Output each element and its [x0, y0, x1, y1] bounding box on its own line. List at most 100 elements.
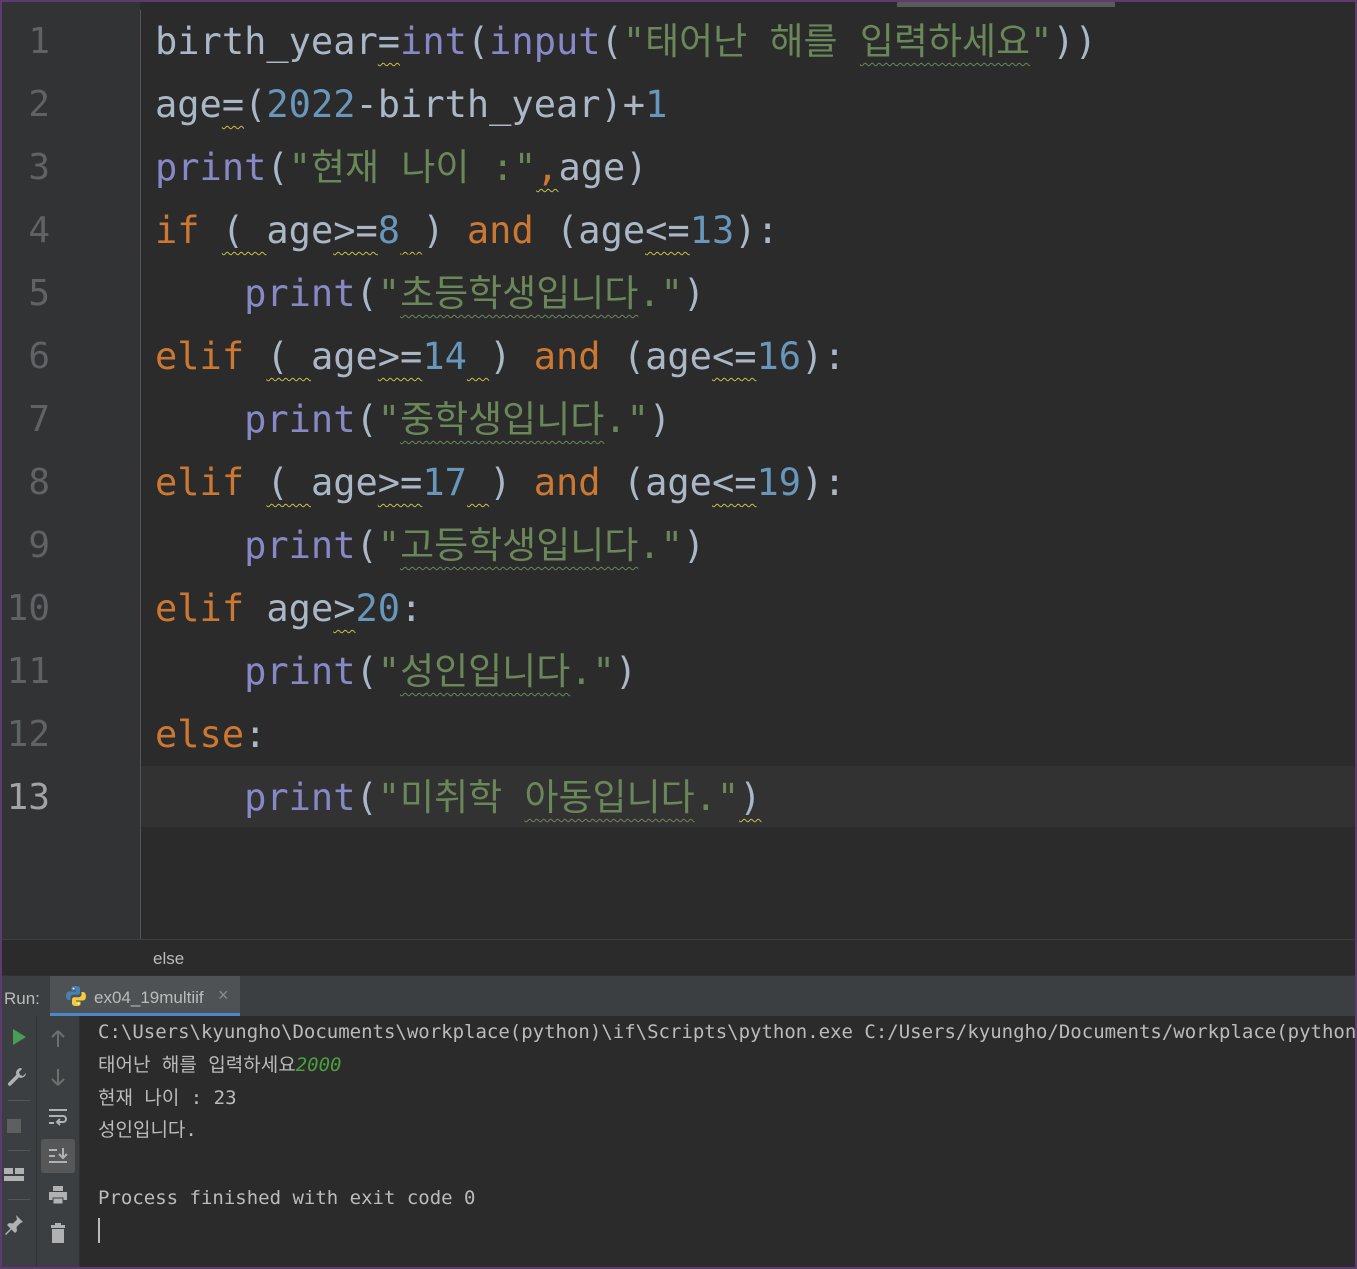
code-line[interactable]: else:	[155, 703, 266, 766]
code-line[interactable]: print("미취학 아동입니다.")	[155, 766, 761, 829]
code-line[interactable]: age=(2022-birth_year)+1	[155, 73, 667, 136]
code-token: int	[400, 20, 467, 63]
code-token: ."	[570, 650, 615, 693]
code-line[interactable]: birth_year=int(input("태어난 해를 입력하세요"))	[155, 10, 1097, 73]
console-prompt-line: 태어난 해를 입력하세요2000	[98, 1051, 341, 1079]
code-token: ."	[694, 776, 740, 819]
line-number[interactable]: 6	[2, 325, 50, 388]
code-token: elif	[155, 335, 267, 378]
console-user-input: 2000	[295, 1054, 342, 1076]
code-token: (	[266, 146, 289, 189]
code-token: (	[221, 209, 267, 252]
code-line[interactable]: print("현재 나이 :",age)	[155, 136, 648, 199]
console-result-line: 성인입니다.	[98, 1119, 197, 1141]
toolbar-separator	[8, 1199, 30, 1200]
line-number[interactable]: 3	[2, 136, 50, 199]
line-number[interactable]: 9	[2, 514, 50, 577]
line-number[interactable]: 11	[2, 640, 50, 703]
code-editor[interactable]: 1 2 3 4 5 6 7 8 9 10 11 12 13 birth_year=int(input("…	[2, 2, 1355, 939]
soft-wrap-icon[interactable]	[43, 1102, 73, 1132]
code-token: "	[377, 398, 401, 441]
code-token: "	[1030, 20, 1053, 63]
code-token: (	[244, 83, 267, 126]
print-icon[interactable]	[43, 1180, 73, 1210]
code-token: (	[266, 461, 311, 504]
code-token: 2022	[266, 83, 356, 126]
line-number[interactable]: 1	[2, 10, 50, 73]
line-number[interactable]: 7	[2, 388, 50, 451]
code-line[interactable]: if ( age>=8 ) and (age<=13):	[155, 199, 779, 262]
code-token: -birth_year)+	[355, 83, 646, 126]
scroll-up-icon[interactable]	[43, 1024, 73, 1054]
line-number[interactable]: 2	[2, 73, 50, 136]
line-number[interactable]: 12	[2, 703, 50, 766]
console-output[interactable]: C:\Users\kyungho\Documents\workplace(pyt…	[98, 1016, 1355, 1267]
code-token: birth_year	[155, 20, 378, 63]
code-token: :	[400, 587, 423, 630]
code-token: 16	[756, 335, 802, 378]
code-token: (	[355, 650, 378, 693]
breadcrumb-item[interactable]: else	[153, 949, 184, 969]
code-token: >	[333, 587, 356, 630]
code-token: 19	[756, 461, 802, 504]
code-token: elif	[155, 461, 267, 504]
code-token: (	[355, 524, 378, 567]
stop-icon[interactable]	[2, 1111, 29, 1141]
line-number[interactable]: 13	[2, 766, 50, 829]
code-token: 13	[689, 209, 735, 252]
code-token: (	[600, 20, 623, 63]
console-prompt: 태어난 해를 입력하세요	[98, 1054, 296, 1076]
code-token: >=	[333, 209, 378, 252]
code-token: print	[244, 398, 356, 441]
wrench-icon[interactable]	[2, 1062, 32, 1092]
line-number[interactable]: 5	[2, 262, 50, 325]
code-token: and	[466, 209, 557, 252]
pin-icon[interactable]	[2, 1209, 29, 1239]
code-token: (age	[622, 335, 712, 378]
code-token: ."	[638, 524, 683, 567]
code-line[interactable]: print("초등학생입니다.")	[155, 262, 705, 325]
code-token: print	[155, 146, 267, 189]
code-line[interactable]: elif ( age>=17 ) and (age<=19):	[155, 451, 846, 514]
code-token: if	[155, 209, 222, 252]
code-line[interactable]: print("고등학생입니다.")	[155, 514, 705, 577]
code-token: >=	[377, 461, 423, 504]
code-token: "미취학	[377, 776, 525, 819]
close-icon[interactable]: ×	[218, 985, 229, 1006]
code-line[interactable]: print("중학생입니다.")	[155, 388, 671, 451]
line-number[interactable]: 4	[2, 199, 50, 262]
run-icon[interactable]	[4, 1022, 34, 1052]
code-token: 17	[422, 461, 467, 504]
toolbar-separator	[8, 1150, 30, 1151]
run-toolbar-secondary	[37, 1016, 80, 1267]
line-number[interactable]: 8	[2, 451, 50, 514]
code-token: (	[466, 20, 490, 63]
code-token: "	[377, 650, 401, 693]
console-caret	[98, 1218, 100, 1243]
ide-window: 1 2 3 4 5 6 7 8 9 10 11 12 13 birth_year=int(input("…	[0, 0, 1357, 1269]
code-token: age	[266, 587, 334, 630]
layout-icon[interactable]	[2, 1160, 29, 1190]
code-token: 고등학생입니다	[400, 524, 639, 567]
horizontal-scrollbar[interactable]	[897, 2, 1115, 7]
code-line[interactable]: print("성인입니다.")	[155, 640, 637, 703]
code-token: 1	[645, 83, 668, 126]
trash-icon[interactable]	[43, 1218, 73, 1248]
code-token: <=	[711, 335, 757, 378]
scroll-to-end-icon[interactable]	[41, 1139, 75, 1173]
scroll-down-icon[interactable]	[43, 1062, 73, 1092]
code-token: (age	[622, 461, 712, 504]
console-exit-line: Process finished with exit code 0	[98, 1187, 476, 1209]
code-token: ))	[1052, 20, 1097, 63]
code-line[interactable]: elif ( age>=14 ) and (age<=16):	[155, 325, 846, 388]
line-number[interactable]: 10	[2, 577, 50, 640]
code-token: "현재 나이 :"	[288, 146, 537, 189]
run-tab-ex04_19multiif[interactable]: ex04_19multiif ×	[50, 976, 240, 1016]
code-token: age	[310, 461, 378, 504]
code-line[interactable]: elif age>20:	[155, 577, 422, 640]
code-token: input	[489, 20, 601, 63]
